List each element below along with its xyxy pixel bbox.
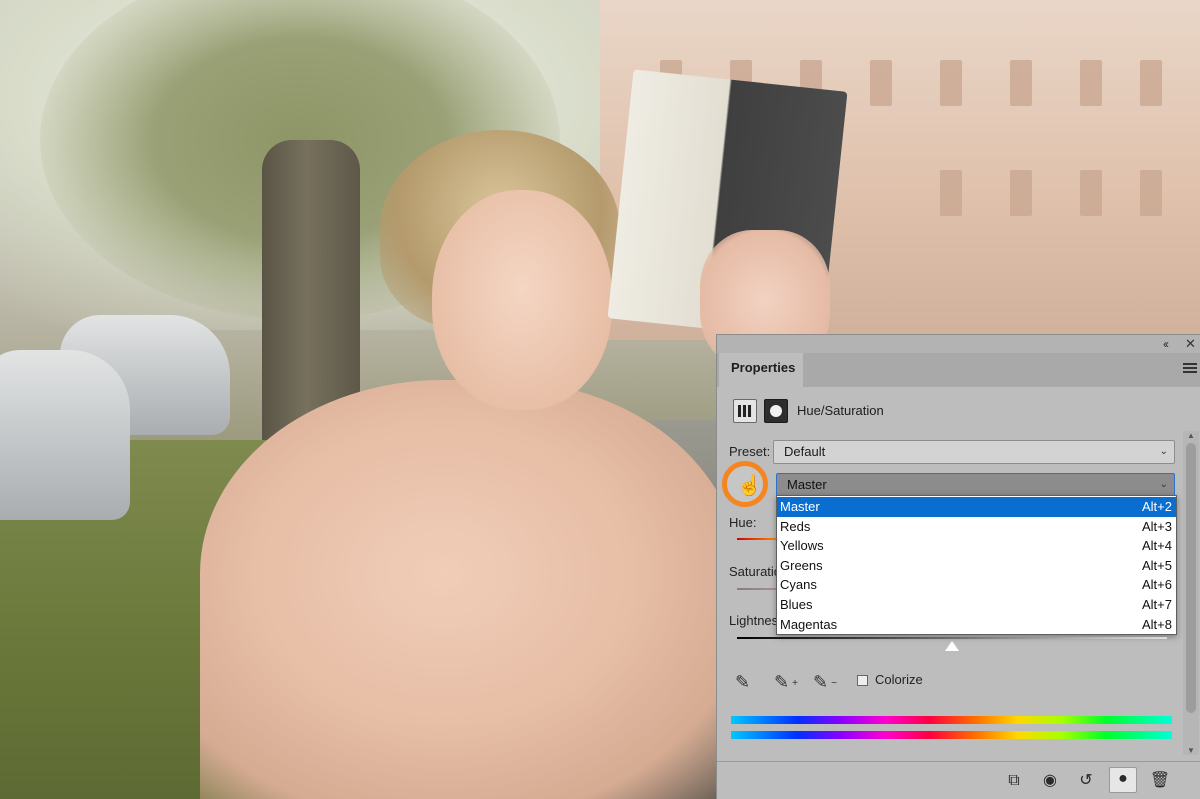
visibility-icon[interactable]: ● xyxy=(1109,767,1137,793)
colorize-checkbox[interactable] xyxy=(857,675,868,686)
scroll-down-icon[interactable]: ▼ xyxy=(1187,746,1195,755)
reset-icon[interactable]: ↺ xyxy=(1075,770,1097,792)
dropdown-item-yellows[interactable]: Yellows Alt+4 xyxy=(777,536,1176,556)
panel-title-bar: ‹‹ ✕ xyxy=(717,335,1200,353)
eyedropper-subtract-icon[interactable]: ✎ − xyxy=(813,671,837,693)
parked-car xyxy=(0,350,130,520)
hue-saturation-icon[interactable] xyxy=(733,399,757,423)
adjustment-title: Hue/Saturation xyxy=(797,403,884,418)
dropdown-item-reds[interactable]: Reds Alt+3 xyxy=(777,517,1176,537)
dropdown-item-cyans[interactable]: Cyans Alt+6 xyxy=(777,575,1176,595)
dropdown-item-magentas[interactable]: Magentas Alt+8 xyxy=(777,615,1176,635)
saturation-slider-track[interactable] xyxy=(737,588,777,590)
dropdown-item-greens[interactable]: Greens Alt+5 xyxy=(777,556,1176,576)
panel-bottom-bar: ⧉ ◉ ↺ ● 🗑 xyxy=(717,761,1200,799)
scroll-up-icon[interactable]: ▲ xyxy=(1187,431,1195,440)
hand-pointer-icon: ☝ xyxy=(737,475,762,497)
lightness-slider-thumb[interactable] xyxy=(945,641,959,651)
preset-select[interactable]: Default ⌄ xyxy=(773,440,1175,464)
clip-to-layer-icon[interactable]: ⧉ xyxy=(1003,770,1025,792)
tab-row: Properties xyxy=(717,353,1200,387)
chevron-down-icon: ⌄ xyxy=(1159,446,1168,457)
view-previous-state-icon[interactable]: ◉ xyxy=(1039,770,1061,792)
properties-panel: ‹‹ ✕ Properties Hue/Saturation Preset: D… xyxy=(716,334,1200,799)
output-spectrum-bar xyxy=(731,731,1172,739)
panel-scrollbar[interactable]: ▲ ▼ xyxy=(1183,431,1199,755)
woman-dress xyxy=(200,380,740,799)
hue-slider-track[interactable] xyxy=(737,538,777,540)
chevron-down-icon: ⌄ xyxy=(1159,479,1168,490)
collapse-icon[interactable]: ‹‹ xyxy=(1163,336,1169,352)
panel-menu-icon[interactable] xyxy=(1183,363,1197,375)
eyedropper-icon[interactable]: ✎ xyxy=(735,671,757,693)
scroll-thumb[interactable] xyxy=(1186,443,1196,713)
lightness-label: Lightnes xyxy=(729,613,779,628)
dropdown-item-blues[interactable]: Blues Alt+7 xyxy=(777,595,1176,615)
hue-label: Hue: xyxy=(729,515,757,530)
close-icon[interactable]: ✕ xyxy=(1185,336,1196,352)
channel-value: Master xyxy=(787,477,827,492)
channel-select[interactable]: Master ⌄ xyxy=(776,473,1175,497)
targeted-adjustment-tool[interactable]: ☝ xyxy=(722,461,768,507)
dropdown-item-master[interactable]: Master Alt+2 xyxy=(777,497,1176,517)
tab-properties[interactable]: Properties xyxy=(719,353,803,387)
layer-mask-icon[interactable] xyxy=(764,399,788,423)
input-spectrum-bar xyxy=(731,716,1172,724)
trash-icon[interactable]: 🗑 xyxy=(1149,770,1171,792)
woman-face xyxy=(432,190,612,410)
eyedropper-add-icon[interactable]: ✎ + xyxy=(774,671,798,693)
channel-dropdown-list: Master Alt+2 Reds Alt+3 Yellows Alt+4 Gr… xyxy=(776,495,1177,635)
colorize-label: Colorize xyxy=(875,672,923,687)
preset-value: Default xyxy=(784,444,826,459)
lightness-slider-track[interactable] xyxy=(737,637,1167,639)
preset-label: Preset: xyxy=(729,444,771,459)
